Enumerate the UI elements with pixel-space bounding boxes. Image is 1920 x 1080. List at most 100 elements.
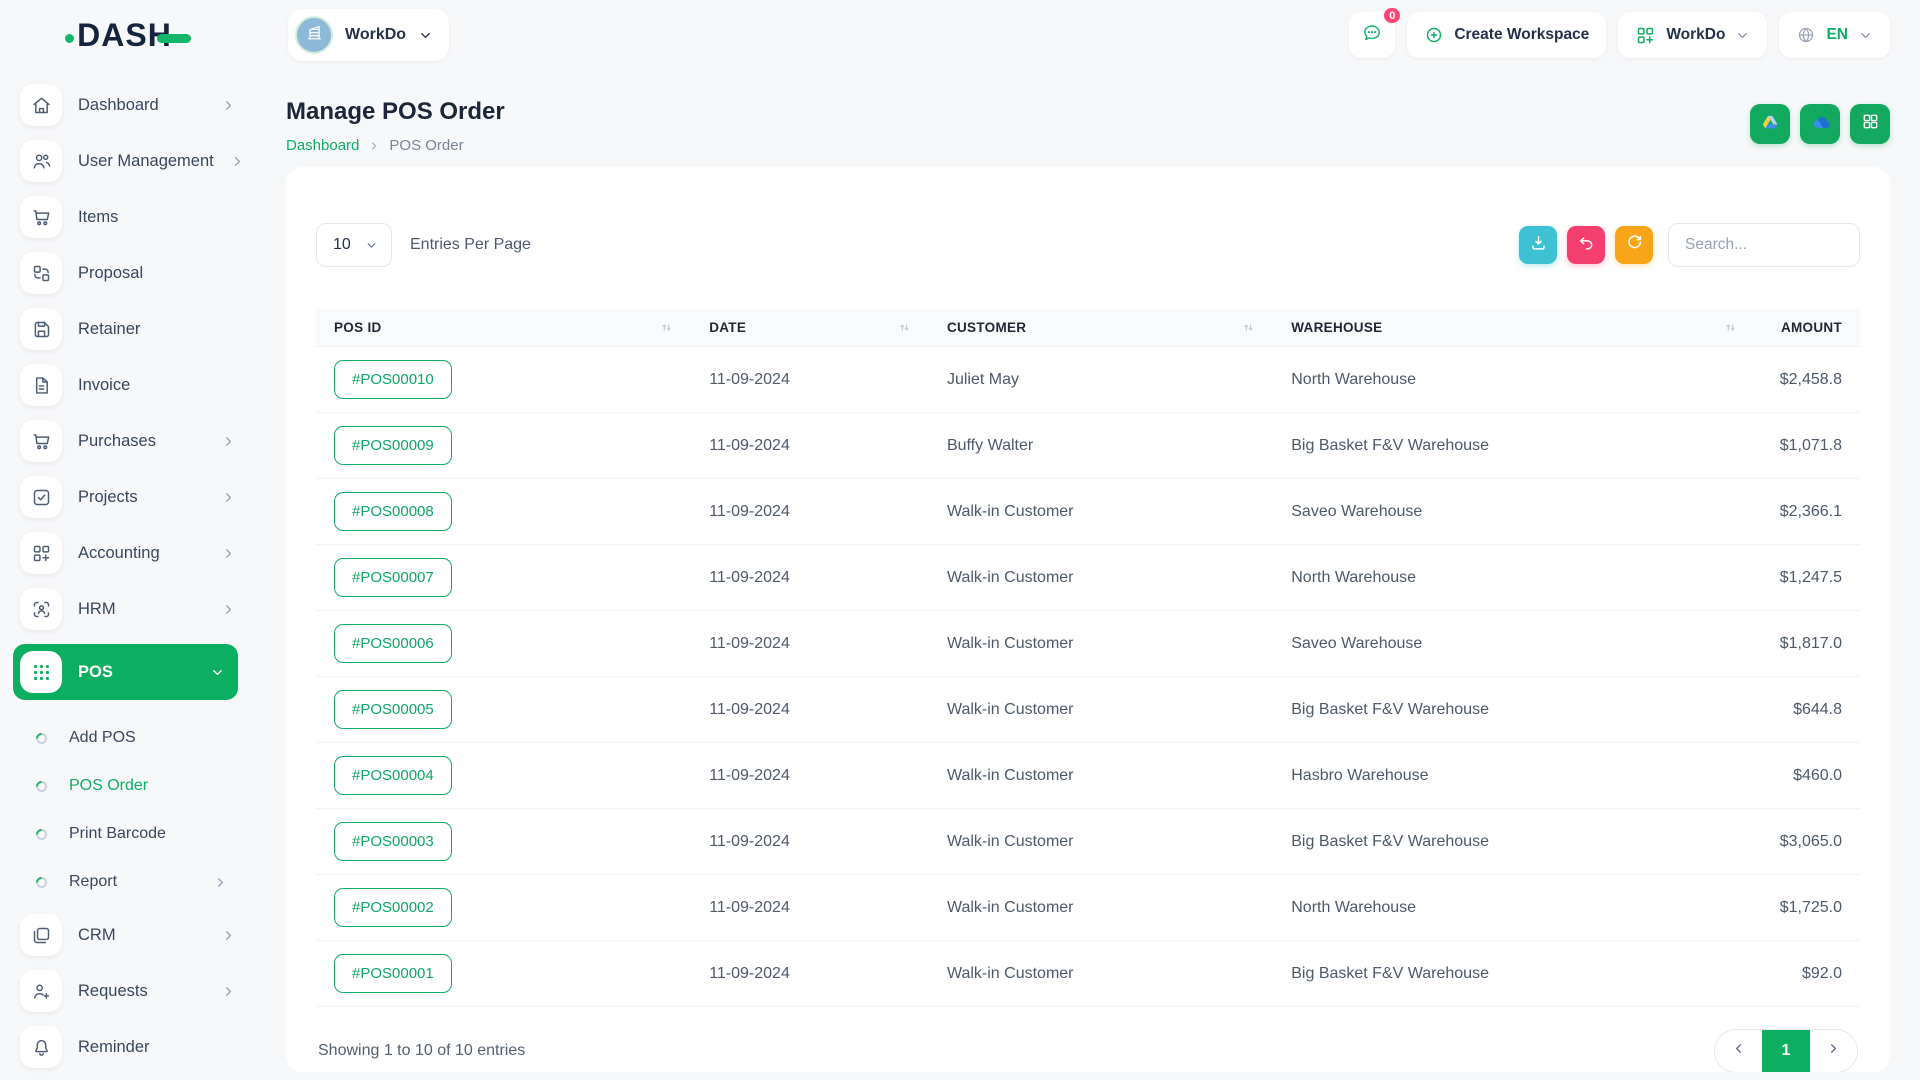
cell-date: 11-09-2024 (691, 371, 929, 389)
brand-logo-area: DASH (0, 17, 256, 54)
workspace-switcher[interactable]: WorkDo (288, 9, 449, 61)
chevron-right-icon (221, 602, 236, 617)
create-workspace-button[interactable]: Create Workspace (1407, 12, 1606, 58)
sort-icon (660, 321, 673, 334)
pos-id-link[interactable]: #POS00001 (334, 954, 452, 993)
sidebar-subitem-add-pos[interactable]: Add POS (20, 714, 236, 762)
messages-button[interactable]: 0 (1349, 12, 1395, 58)
cell-customer: Walk-in Customer (929, 569, 1273, 587)
chevron-right-icon (221, 490, 236, 505)
table-header-row: POS IDDATECUSTOMERWAREHOUSEAMOUNT (316, 309, 1860, 347)
page-header: Manage POS Order Dashboard POS Order (286, 96, 1890, 154)
sort-icon (1242, 321, 1255, 334)
page-header-actions (1750, 104, 1890, 144)
cell-warehouse: North Warehouse (1273, 569, 1755, 587)
pos-id-link[interactable]: #POS00004 (334, 756, 452, 795)
column-header-warehouse[interactable]: WAREHOUSE (1273, 320, 1755, 335)
chevron-right-icon (1826, 1041, 1841, 1061)
pagination-page-1[interactable]: 1 (1762, 1030, 1810, 1072)
sidebar-item-items[interactable]: Items (20, 196, 236, 238)
column-header-pos-id[interactable]: POS ID (316, 320, 691, 335)
topbar-actions: 0 Create Workspace WorkDo EN (1349, 12, 1890, 58)
pos-id-link[interactable]: #POS00009 (334, 426, 452, 465)
sidebar-subitem-report[interactable]: Report (20, 858, 236, 906)
chevron-right-icon (221, 98, 236, 113)
language-selector[interactable]: EN (1779, 12, 1890, 58)
sidebar-item-reminder[interactable]: Reminder (20, 1026, 236, 1068)
table-actions (1519, 223, 1860, 267)
cell-customer: Walk-in Customer (929, 767, 1273, 785)
column-header-customer[interactable]: CUSTOMER (929, 320, 1273, 335)
pos-id-link[interactable]: #POS00006 (334, 624, 452, 663)
sidebar-item-invoice[interactable]: Invoice (20, 364, 236, 406)
pagination-next-button[interactable] (1810, 1030, 1857, 1072)
table-row: #POS0000411-09-2024Walk-in CustomerHasbr… (316, 743, 1860, 809)
cell-amount: $644.8 (1755, 701, 1860, 719)
sidebar-item-hrm[interactable]: HRM (20, 588, 236, 630)
cart-icon (20, 196, 62, 238)
table-footer: Showing 1 to 10 of 10 entries 1 (316, 1007, 1860, 1072)
logo-accent-dot-icon (65, 34, 74, 43)
grid-plus-icon (20, 532, 62, 574)
cell-warehouse: Saveo Warehouse (1273, 503, 1755, 521)
sidebar-item-proposal[interactable]: Proposal (20, 252, 236, 294)
table-row: #POS0000811-09-2024Walk-in CustomerSaveo… (316, 479, 1860, 545)
column-header-amount[interactable]: AMOUNT (1755, 320, 1860, 335)
cell-customer: Walk-in Customer (929, 965, 1273, 983)
pos-id-link[interactable]: #POS00005 (334, 690, 452, 729)
entries-per-page-select[interactable]: 10 (316, 223, 392, 267)
sidebar-item-crm[interactable]: CRM (20, 914, 236, 956)
brand-logo[interactable]: DASH (65, 17, 191, 54)
sidebar-subitem-pos-order[interactable]: POS Order (20, 762, 236, 810)
user-scan-icon (20, 588, 62, 630)
sidebar-item-accounting[interactable]: Accounting (20, 532, 236, 574)
sidebar-item-purchases[interactable]: Purchases (20, 420, 236, 462)
chevron-right-icon (221, 984, 236, 999)
cell-customer: Juliet May (929, 371, 1273, 389)
search-input[interactable] (1668, 223, 1860, 267)
cell-amount: $92.0 (1755, 965, 1860, 983)
breadcrumb: Dashboard POS Order (286, 137, 505, 154)
reset-button[interactable] (1567, 226, 1605, 264)
sidebar-item-pos[interactable]: POS (13, 644, 238, 700)
pagination-prev-button[interactable] (1715, 1030, 1762, 1072)
chevron-right-icon (213, 875, 228, 890)
cell-customer: Walk-in Customer (929, 635, 1273, 653)
table-row: #POS0000211-09-2024Walk-in CustomerNorth… (316, 875, 1860, 941)
pos-id-link[interactable]: #POS00007 (334, 558, 452, 597)
sidebar-item-dashboard[interactable]: Dashboard (20, 84, 236, 126)
cell-date: 11-09-2024 (691, 701, 929, 719)
cell-pos-id: #POS00006 (316, 624, 691, 663)
logo-accent-bar-icon (157, 34, 191, 43)
column-header-date[interactable]: DATE (691, 320, 929, 335)
sidebar-item-user-management[interactable]: User Management (20, 140, 236, 182)
chevron-right-icon (230, 154, 245, 169)
grid-view-button[interactable] (1850, 104, 1890, 144)
workspace-menu[interactable]: WorkDo (1618, 12, 1767, 58)
export-button[interactable] (1519, 226, 1557, 264)
table-row: #POS0000311-09-2024Walk-in CustomerBig B… (316, 809, 1860, 875)
cell-warehouse: Big Basket F&V Warehouse (1273, 701, 1755, 719)
cell-date: 11-09-2024 (691, 965, 929, 983)
sidebar-item-retainer[interactable]: Retainer (20, 308, 236, 350)
sidebar-item-requests[interactable]: Requests (20, 970, 236, 1012)
breadcrumb-dashboard-link[interactable]: Dashboard (286, 137, 359, 154)
user-plus-icon (20, 970, 62, 1012)
breadcrumb-current: POS Order (389, 137, 463, 154)
pos-id-link[interactable]: #POS00008 (334, 492, 452, 531)
sort-icon (898, 321, 911, 334)
google-drive-button[interactable] (1750, 104, 1790, 144)
pos-id-link[interactable]: #POS00003 (334, 822, 452, 861)
refresh-button[interactable] (1615, 226, 1653, 264)
cell-warehouse: Big Basket F&V Warehouse (1273, 965, 1755, 983)
google-drive-icon (1760, 112, 1780, 137)
cell-amount: $1,725.0 (1755, 899, 1860, 917)
pos-id-link[interactable]: #POS00002 (334, 888, 452, 927)
onedrive-button[interactable] (1800, 104, 1840, 144)
pos-id-link[interactable]: #POS00010 (334, 360, 452, 399)
sidebar-item-projects[interactable]: Projects (20, 476, 236, 518)
chevron-down-icon (1858, 28, 1873, 43)
cell-warehouse: Big Basket F&V Warehouse (1273, 833, 1755, 851)
sidebar-subitem-print-barcode[interactable]: Print Barcode (20, 810, 236, 858)
chevron-right-icon (221, 434, 236, 449)
